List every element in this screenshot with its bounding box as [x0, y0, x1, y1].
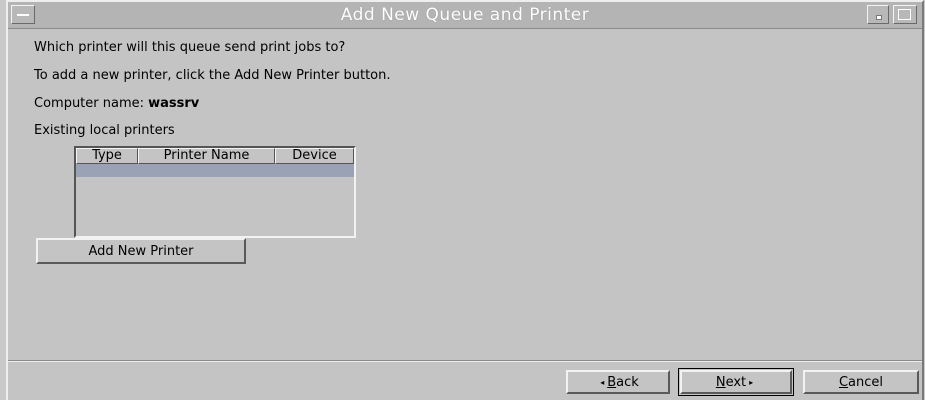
next-button-face: Next ▸	[680, 370, 792, 394]
add-new-printer-button[interactable]: Add New Printer	[36, 238, 246, 264]
column-header-printer-name[interactable]: Printer Name	[138, 148, 275, 164]
printers-table[interactable]: Type Printer Name Device	[74, 146, 356, 238]
cancel-button[interactable]: Cancel	[803, 370, 919, 394]
maximize-icon	[898, 9, 911, 20]
add-queue-window: Add New Queue and Printer Which printer …	[6, 0, 924, 400]
next-accelerator: N	[715, 374, 726, 390]
table-row-selected[interactable]	[76, 164, 354, 177]
column-header-type[interactable]: Type	[76, 148, 138, 164]
next-label: ext	[725, 374, 747, 390]
window-title: Add New Queue and Printer	[340, 5, 590, 25]
instruction-text: To add a new printer, click the Add New …	[34, 68, 391, 83]
back-button[interactable]: ◂ Back	[566, 370, 670, 394]
back-accelerator: B	[607, 374, 617, 390]
column-header-device[interactable]: Device	[275, 148, 354, 164]
question-text: Which printer will this queue send print…	[34, 40, 346, 55]
minimize-icon	[876, 15, 882, 20]
computer-name-label: Computer name:	[34, 96, 149, 111]
next-button[interactable]: Next ▸	[678, 368, 794, 396]
maximize-button[interactable]	[893, 5, 917, 24]
back-label: ack	[616, 374, 639, 390]
button-separator	[8, 360, 922, 362]
cancel-label: ancel	[848, 374, 884, 390]
next-arrow-icon: ▸	[749, 377, 754, 387]
computer-name-value: wassrv	[148, 96, 200, 111]
minimize-button[interactable]	[867, 5, 889, 24]
existing-printers-label: Existing local printers	[34, 123, 175, 138]
computer-name-line: Computer name: wassrv	[34, 96, 199, 111]
cancel-accelerator: C	[838, 374, 849, 390]
title-bar[interactable]: Add New Queue and Printer	[8, 2, 922, 29]
table-header: Type Printer Name Device	[76, 148, 354, 164]
back-arrow-icon: ◂	[600, 377, 605, 387]
